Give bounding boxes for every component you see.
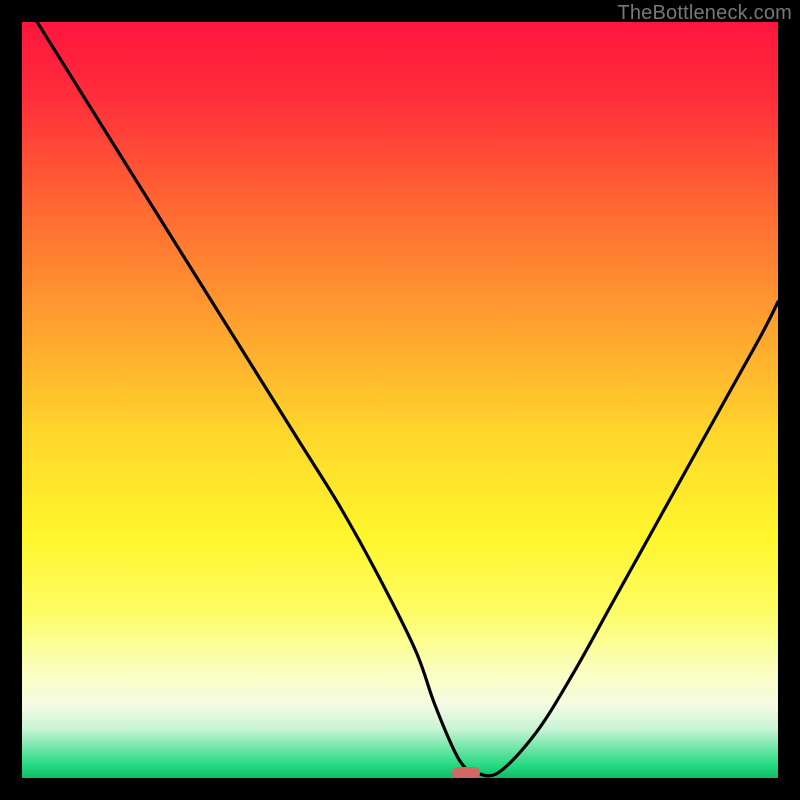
bottleneck-curve [22, 22, 778, 778]
plot-area [22, 22, 778, 778]
chart-frame: TheBottleneck.com [0, 0, 800, 800]
optimal-marker [452, 767, 480, 778]
watermark-text: TheBottleneck.com [617, 2, 792, 25]
